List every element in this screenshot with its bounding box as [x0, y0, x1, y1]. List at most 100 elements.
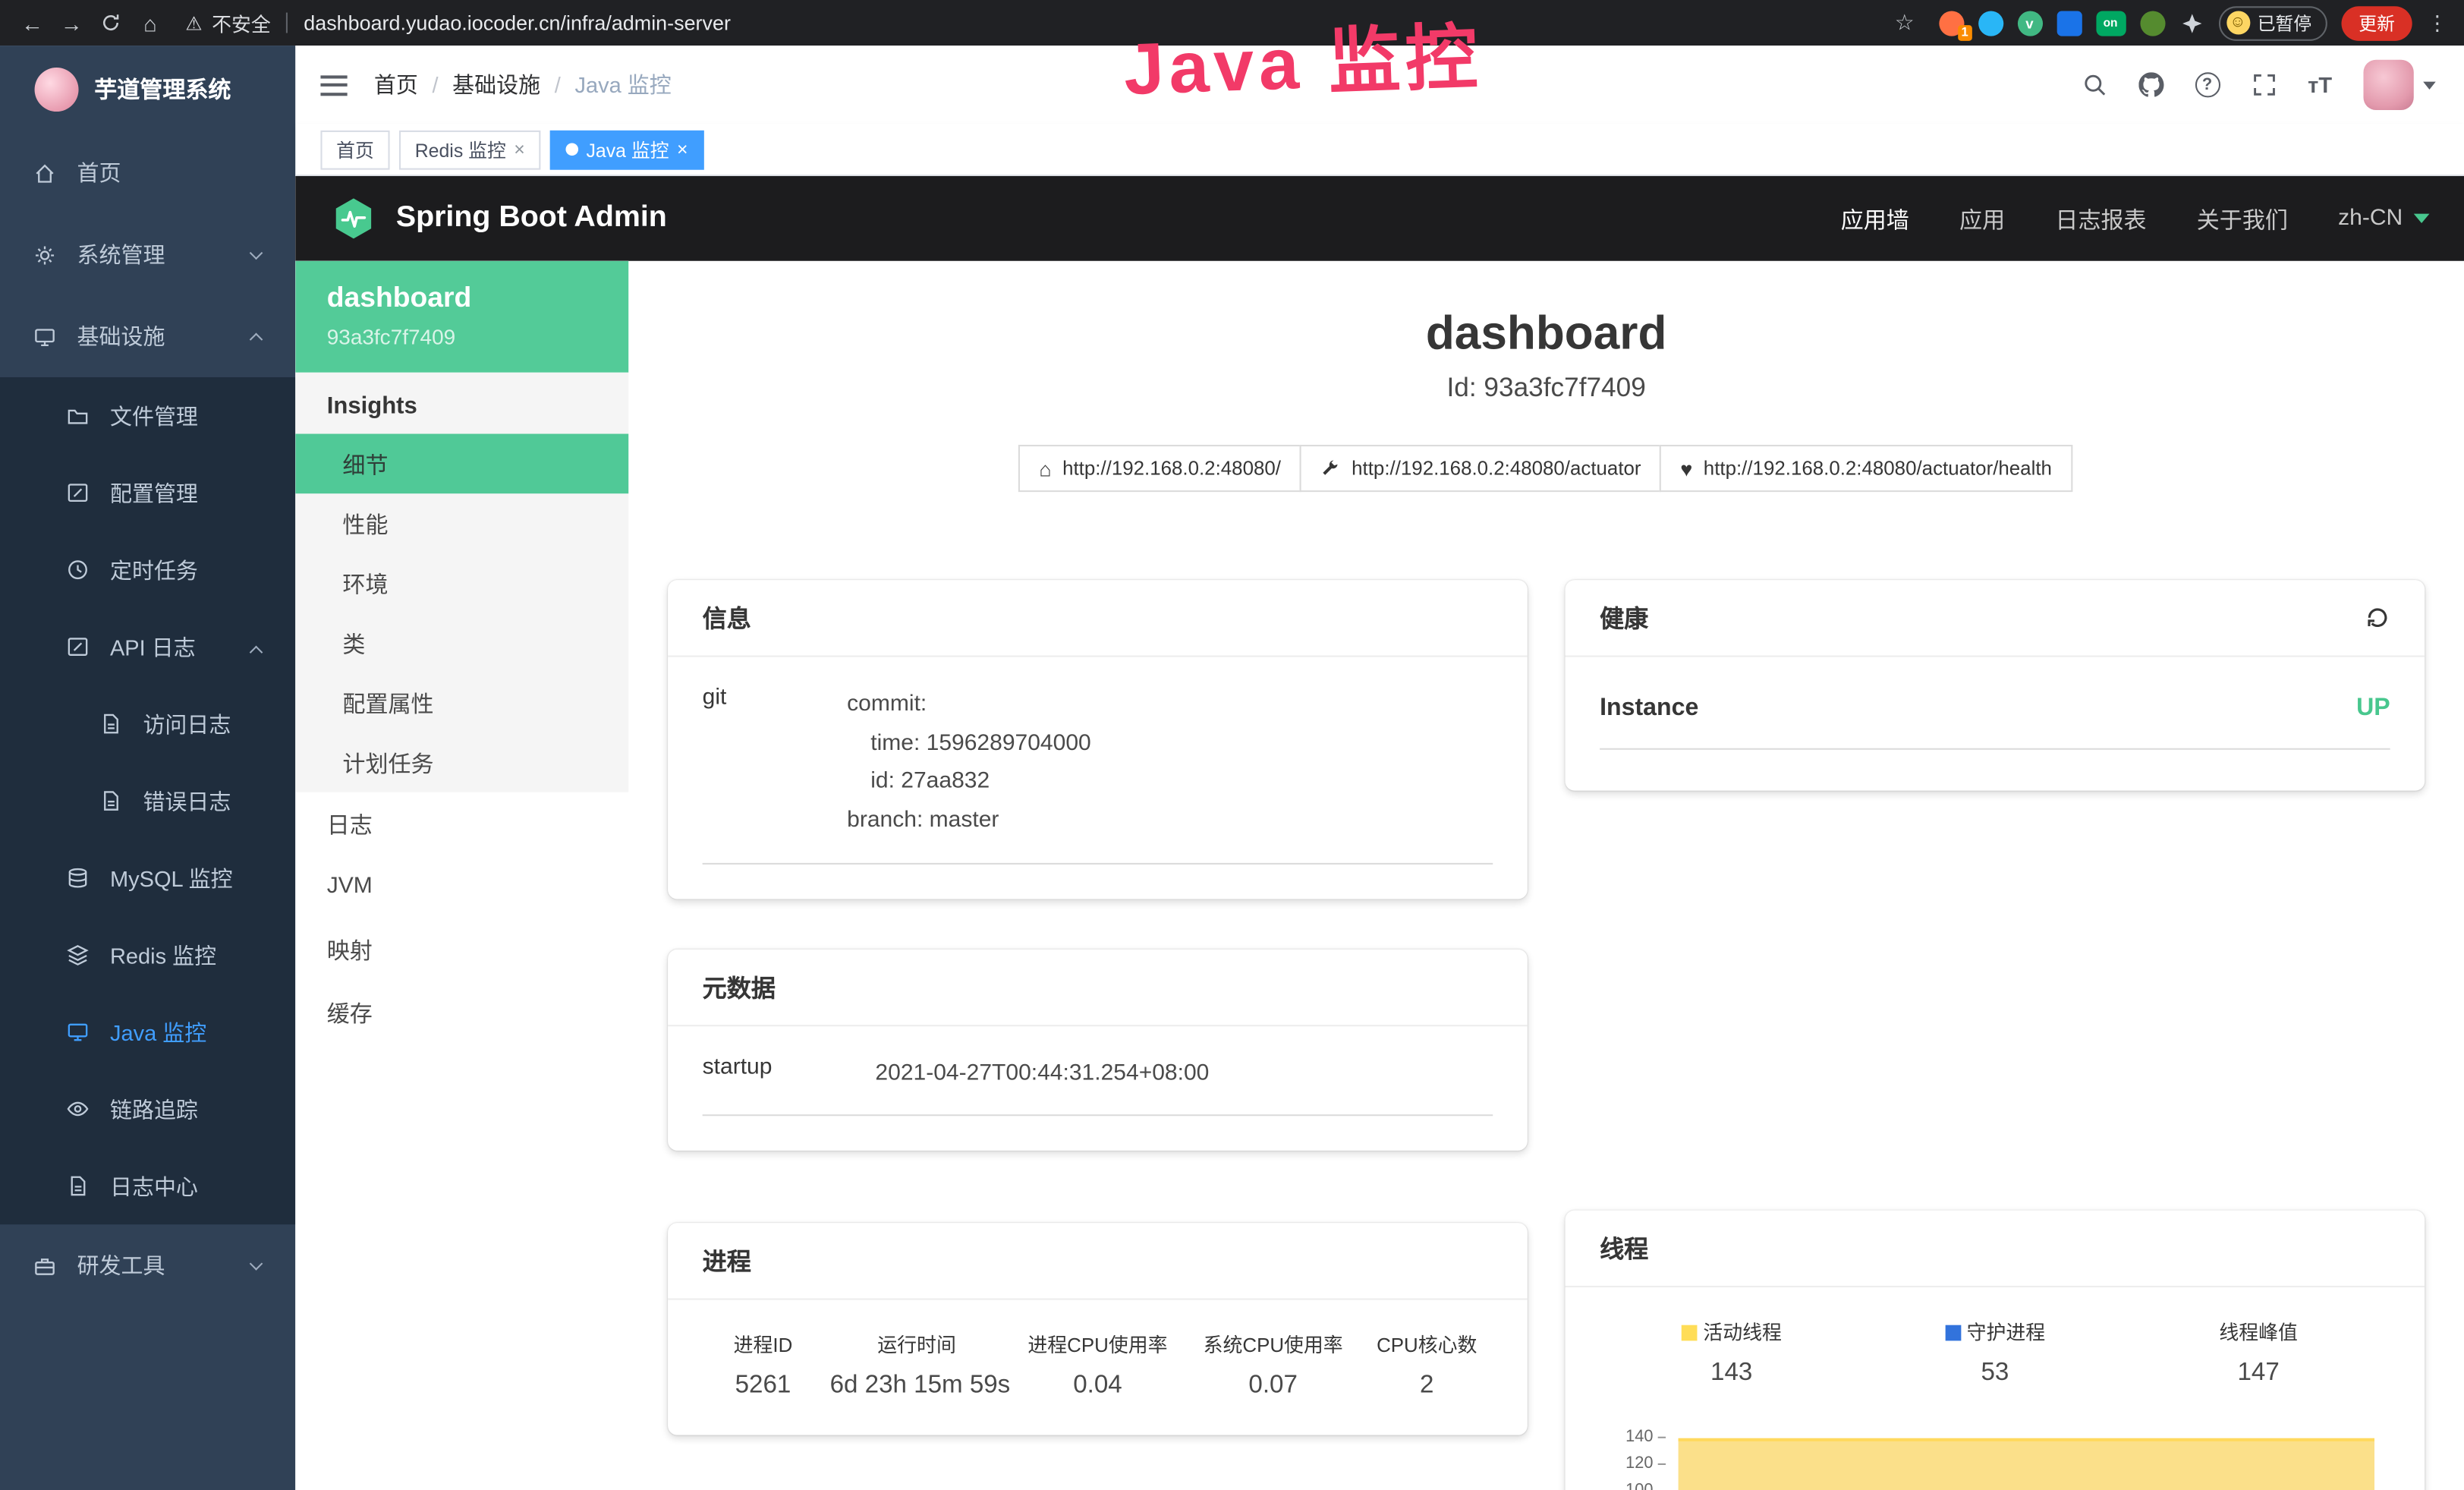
url-text[interactable]: dashboard.yudao.iocoder.cn/infra/admin-s… — [304, 11, 731, 34]
actuator-url-link[interactable]: http://192.168.0.2:48080/actuator — [1300, 445, 1662, 492]
sidebar-menu: 首页 系统管理 基础设施 文件管理 — [0, 132, 295, 1490]
sidebar-item-config-management[interactable]: 配置管理 — [0, 454, 295, 531]
sidebar-item-mysql-monitor[interactable]: MySQL 监控 — [0, 840, 295, 916]
tag-redis-monitor[interactable]: Redis 监控 × — [399, 130, 540, 169]
sba-nav-applications[interactable]: 应用 — [1959, 202, 2005, 235]
sidebar-item-label: 研发工具 — [77, 1249, 165, 1281]
sba-item-environment[interactable]: 环境 — [295, 553, 628, 613]
sidebar-item-error-log[interactable]: 错误日志 — [0, 762, 295, 839]
sidebar-item-file-management[interactable]: 文件管理 — [0, 377, 295, 454]
chevron-down-icon — [250, 1257, 263, 1271]
wrench-icon — [1320, 458, 1341, 479]
health-instance-row: Instance UP — [1600, 695, 2390, 749]
home-icon: ⌂ — [1039, 457, 1051, 480]
document-icon — [66, 1174, 90, 1198]
sidebar-item-infra[interactable]: 基础设施 — [0, 295, 295, 377]
threads-chart: 140 120 100 — [1600, 1407, 2390, 1490]
not-secure-label[interactable]: 不安全 — [212, 8, 271, 37]
sidebar-item-system[interactable]: 系统管理 — [0, 214, 295, 296]
monitor-icon — [33, 325, 56, 348]
sba-nav-about[interactable]: 关于我们 — [2197, 202, 2288, 235]
switch-extension-icon[interactable]: on — [2095, 10, 2125, 35]
sidebar-item-redis-monitor[interactable]: Redis 监控 — [0, 916, 295, 993]
hamburger-icon[interactable] — [295, 74, 364, 95]
forward-icon[interactable]: → — [52, 3, 91, 43]
sidebar-item-label: Java 监控 — [110, 1016, 206, 1047]
spring-boot-admin-frame: Spring Boot Admin 应用墙 应用 日志报表 关于我们 zh-CN — [295, 176, 2464, 1490]
sidebar-item-label: 系统管理 — [77, 239, 165, 270]
sba-item-jvm[interactable]: JVM — [295, 855, 628, 918]
help-icon[interactable]: ? — [2195, 72, 2220, 97]
sba-item-mappings[interactable]: 映射 — [295, 918, 628, 981]
bookmark-star-icon[interactable]: ☆ — [1885, 3, 1924, 43]
leaf-extension-icon[interactable] — [2139, 10, 2164, 35]
sidebar-item-trace[interactable]: 链路追踪 — [0, 1070, 295, 1147]
search-icon[interactable] — [2082, 72, 2107, 97]
breadcrumb-infra[interactable]: 基础设施 — [452, 69, 540, 100]
sba-item-logs[interactable]: 日志 — [295, 792, 628, 855]
daemon-threads-swatch — [1945, 1325, 1961, 1341]
document-icon — [99, 789, 122, 813]
eye-icon — [66, 1097, 90, 1120]
drop-extension-icon[interactable] — [1978, 10, 2003, 35]
sba-nav-wallboard[interactable]: 应用墙 — [1841, 202, 1909, 235]
app-logo[interactable]: 芋道管理系统 — [0, 46, 295, 132]
edit-icon — [66, 481, 90, 505]
sidebar-item-java-monitor[interactable]: Java 监控 — [0, 994, 295, 1070]
sba-item-caches[interactable]: 缓存 — [295, 981, 628, 1044]
chrome-update-button[interactable]: 更新 — [2341, 5, 2412, 40]
git-branch-line: branch: master — [847, 802, 1493, 840]
sidebar-item-devtools[interactable]: 研发工具 — [0, 1224, 295, 1306]
instance-header[interactable]: dashboard 93a3fc7f7409 — [295, 261, 628, 373]
fullscreen-icon[interactable] — [2252, 72, 2277, 97]
flame-extension-icon[interactable]: 1 — [1938, 10, 1963, 35]
sba-item-scheduled-tasks[interactable]: 计划任务 — [295, 732, 628, 792]
chrome-menu-icon[interactable]: ⋮ — [2426, 3, 2448, 43]
reload-icon[interactable] — [91, 3, 131, 43]
address-bar[interactable]: ⚠ 不安全 dashboard.yudao.iocoder.cn/infra/a… — [170, 5, 1885, 40]
back-icon[interactable]: ← — [13, 3, 52, 43]
process-card-title: 进程 — [703, 1243, 751, 1278]
user-menu[interactable] — [2363, 60, 2435, 110]
sidebar-item-home[interactable]: 首页 — [0, 132, 295, 214]
insights-section: Insights 细节 性能 环境 类 配置属性 计划任务 — [295, 373, 628, 792]
chevron-up-icon — [250, 333, 263, 347]
breadcrumb-home[interactable]: 首页 — [374, 69, 418, 100]
locale-select[interactable]: zh-CN — [2338, 206, 2429, 231]
service-url-link[interactable]: ⌂ http://192.168.0.2:48080/ — [1018, 445, 1301, 492]
chevron-down-icon — [2423, 81, 2436, 89]
github-icon[interactable] — [2138, 72, 2163, 97]
active-dot — [566, 143, 579, 156]
breadcrumb-separator: / — [555, 72, 561, 97]
sba-brand[interactable]: Spring Boot Admin — [396, 201, 667, 236]
locale-value: zh-CN — [2338, 206, 2403, 231]
avatar[interactable] — [2363, 60, 2413, 110]
sidebar-item-log-center[interactable]: 日志中心 — [0, 1148, 295, 1224]
tag-home[interactable]: 首页 — [320, 130, 389, 169]
sba-nav-journal[interactable]: 日志报表 — [2055, 202, 2146, 235]
star-extension-icon[interactable] — [2179, 10, 2204, 35]
threads-legend: 活动线程143 守护进程53 线程峰值147 — [1600, 1315, 2390, 1388]
sba-item-classes[interactable]: 类 — [295, 613, 628, 673]
sba-item-details[interactable]: 细节 — [295, 434, 628, 494]
sba-item-config-props[interactable]: 配置属性 — [295, 673, 628, 732]
chrome-home-icon[interactable]: ⌂ — [131, 3, 170, 43]
toolbox-icon — [33, 1253, 56, 1277]
profile-paused-badge[interactable]: ☺ 已暂停 — [2218, 5, 2327, 40]
tag-java-monitor[interactable]: Java 监控 × — [550, 130, 703, 169]
home-icon — [33, 161, 56, 184]
extension-badge: 1 — [1958, 24, 1972, 40]
sidebar-item-access-log[interactable]: 访问日志 — [0, 685, 295, 762]
history-icon[interactable] — [2365, 605, 2390, 630]
vue-extension-icon[interactable]: v — [2017, 10, 2042, 35]
sidebar-item-scheduled-jobs[interactable]: 定时任务 — [0, 531, 295, 608]
sba-item-metrics[interactable]: 性能 — [295, 493, 628, 553]
grid-extension-icon[interactable] — [2056, 10, 2082, 35]
close-icon[interactable]: × — [514, 138, 525, 160]
health-url-link[interactable]: ♥ http://192.168.0.2:48080/actuator/heal… — [1660, 445, 2072, 492]
sidebar-item-api-log[interactable]: API 日志 — [0, 608, 295, 685]
spring-boot-admin-logo-icon[interactable] — [330, 195, 377, 242]
layers-icon — [66, 943, 90, 966]
close-icon[interactable]: × — [677, 138, 688, 160]
font-size-icon[interactable]: тT — [2308, 72, 2332, 97]
